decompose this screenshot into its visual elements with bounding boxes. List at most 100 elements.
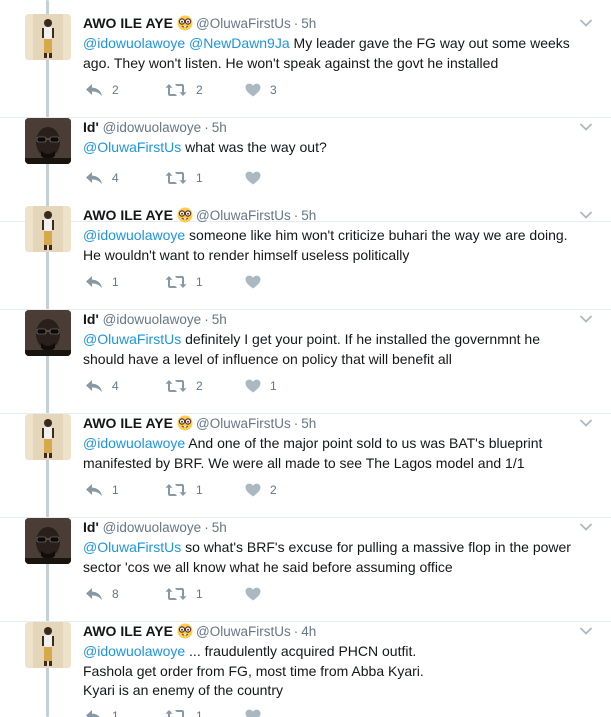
nerd-face-emoji-icon [177,15,193,31]
tweet[interactable]: AWO ILE AYE @OluwaFirstUs · 5h @idowuolawoye… [0,206,611,310]
retweet-button[interactable]: 2 [165,80,203,100]
reply-button[interactable]: 2 [85,80,119,100]
timestamp[interactable]: 5h [301,16,316,31]
reply-count: 2 [112,83,119,97]
author-handle[interactable]: @OluwaFirstUs [196,624,291,639]
reply-count: 1 [112,483,119,497]
tweet-text-line: manifested by BRF. We were all made to s… [83,454,525,471]
heart-icon [245,483,261,497]
chevron-down-icon[interactable] [579,624,593,638]
author-handle[interactable]: @idowuolawoye [103,312,202,327]
retweet-icon [165,379,187,393]
retweet-button[interactable]: 1 [165,706,203,717]
like-button[interactable] [245,272,270,292]
tweet-header: Id' @idowuolawoye · 5h [83,118,227,137]
author-name[interactable]: AWO ILE AYE [83,623,173,639]
like-button[interactable]: 2 [245,480,277,500]
author-name[interactable]: AWO ILE AYE [83,15,173,31]
timestamp[interactable]: 5h [212,312,227,327]
author-name[interactable]: Id' [83,311,99,327]
timestamp[interactable]: 5h [301,416,316,431]
reply-button[interactable]: 4 [85,376,119,396]
like-button[interactable] [245,168,270,188]
retweet-icon [165,587,187,601]
tweet[interactable]: Id' @idowuolawoye · 5h @OluwaFirstUs so wha… [0,518,611,622]
mention-link[interactable]: @OluwaFirstUs [83,139,181,155]
heart-icon [245,587,261,601]
reply-button[interactable]: 1 [85,706,119,717]
like-button[interactable]: 3 [245,80,277,100]
reply-button[interactable]: 8 [85,584,119,604]
chevron-down-icon[interactable] [579,416,593,430]
avatar[interactable] [25,206,71,252]
avatar[interactable] [25,14,71,60]
timestamp[interactable]: 5h [212,520,227,535]
mention-link[interactable]: @OluwaFirstUs [83,331,181,347]
mention-link[interactable]: @idowuolawoye [83,227,185,243]
avatar[interactable] [25,414,71,460]
tweet[interactable]: AWO ILE AYE @OluwaFirstUs · 5h @idowuolawoye… [0,14,611,118]
tweet-text: @OluwaFirstUs so what's BRF's excuse for… [83,538,593,577]
author-name[interactable]: AWO ILE AYE [83,207,173,223]
like-button[interactable] [245,584,270,604]
mention-link[interactable]: @OluwaFirstUs [83,539,181,555]
reply-button[interactable]: 1 [85,480,119,500]
mention-link[interactable]: @idowuolawoye [83,643,185,659]
retweet-button[interactable]: 1 [165,272,203,292]
tweet-text-line: And one of the major point sold to us wa… [188,435,543,451]
author-handle[interactable]: @idowuolawoye [103,120,202,135]
chevron-down-icon[interactable] [579,520,593,534]
retweet-count: 2 [196,379,203,393]
tweet[interactable]: Id' @idowuolawoye · 5h @OluwaFirstUs defini… [0,310,611,414]
retweet-button[interactable]: 2 [165,376,203,396]
timestamp[interactable]: 5h [212,120,227,135]
reply-icon [85,171,103,185]
tweet-text-line: He wouldn't want to render himself usele… [83,246,410,263]
mention-link[interactable]: @NewDawn9Ja [189,35,290,51]
tweet-text-line: sector 'cos we all know what he said bef… [83,558,453,575]
like-button[interactable]: 1 [245,376,277,396]
reply-count: 4 [112,171,119,185]
reply-button[interactable]: 1 [85,272,119,292]
tweet-header: AWO ILE AYE @OluwaFirstUs · 5h [83,414,316,433]
nerd-face-emoji-icon [177,623,193,639]
retweet-count: 2 [196,83,203,97]
retweet-button[interactable]: 1 [165,168,203,188]
mention-link[interactable]: @idowuolawoye [83,435,185,451]
timestamp[interactable]: 5h [301,208,316,223]
avatar[interactable] [25,622,71,668]
tweet-text-line: ... fraudulently acquired PHCN outfit. [189,643,417,659]
tweet[interactable]: AWO ILE AYE @OluwaFirstUs · 4h @idowuolawoye… [0,622,611,717]
avatar[interactable] [25,310,71,356]
retweet-button[interactable]: 1 [165,584,203,604]
tweet-text-line: ago. They won't listen. He won't speak a… [83,54,499,71]
reply-button[interactable]: 4 [85,168,119,188]
author-name[interactable]: Id' [83,119,99,135]
heart-icon [245,83,261,97]
retweet-button[interactable]: 1 [165,480,203,500]
tweet-text: @idowuolawoye ... fraudulently acquired … [83,642,593,701]
chevron-down-icon[interactable] [579,120,593,134]
chevron-down-icon[interactable] [579,312,593,326]
avatar[interactable] [25,518,71,564]
timestamp[interactable]: 4h [301,624,316,639]
chevron-down-icon[interactable] [579,16,593,30]
like-button[interactable] [245,706,270,717]
separator-dot: · [293,624,299,639]
avatar[interactable] [25,118,71,164]
author-handle[interactable]: @idowuolawoye [103,520,202,535]
tweet-text: @OluwaFirstUs what was the way out? [83,138,593,158]
tweet-text-line: should have a level of influence on poli… [83,350,452,367]
tweet-text: @idowuolawoye someone like him won't cri… [83,226,593,265]
author-handle[interactable]: @OluwaFirstUs [196,208,291,223]
retweet-icon [165,171,187,185]
author-name[interactable]: AWO ILE AYE [83,415,173,431]
retweet-icon [165,709,187,717]
author-handle[interactable]: @OluwaFirstUs [196,16,291,31]
tweet[interactable]: AWO ILE AYE @OluwaFirstUs · 5h @idowuolawoye… [0,414,611,518]
author-name[interactable]: Id' [83,519,99,535]
chevron-down-icon[interactable] [579,208,593,222]
tweet-text-line: what was the way out? [185,139,327,155]
author-handle[interactable]: @OluwaFirstUs [196,416,291,431]
mention-link[interactable]: @idowuolawoye [83,35,185,51]
